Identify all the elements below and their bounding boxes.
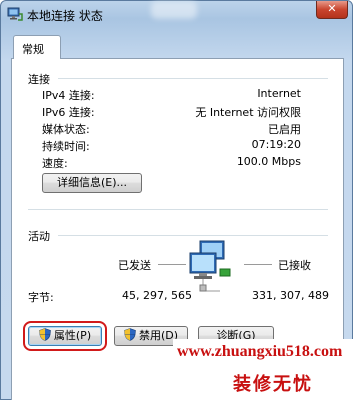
network-computers-icon [189,240,231,292]
activity-divider [58,235,328,236]
media-state-label: 媒体状态: [42,123,90,136]
close-button[interactable]: ✕ [316,1,348,19]
watermark-url: www.zhuangxiu518.com [177,343,343,360]
ipv4-label: IPv4 连接: [42,89,95,102]
speed-value: 100.0 Mbps [236,155,301,168]
bytes-received-value: 331, 307, 489 [252,289,329,302]
blurred-region [151,1,197,19]
network-connection-icon [7,7,23,21]
section-separator [28,209,328,210]
title-bar[interactable]: 本地连接 状态 ✕ [1,1,352,27]
tab-general[interactable]: 常规 [13,35,61,59]
connection-heading: 连接 [28,73,50,86]
duration-value: 07:19:20 [251,138,301,151]
status-window: 本地连接 状态 ✕ 常规 连接 IPv4 连接: Internet IPv6 连… [0,0,353,400]
sent-line [158,264,186,265]
duration-label: 持续时间: [42,140,90,153]
tab-label: 常规 [22,43,44,56]
uac-shield-icon [124,328,136,341]
bytes-sent-value: 45, 297, 565 [122,289,192,302]
details-button[interactable]: 详细信息(E)... [42,173,142,193]
bytes-label: 字节: [28,291,54,304]
ipv6-label: IPv6 连接: [42,106,95,119]
activity-heading: 活动 [28,230,50,243]
connection-divider [58,78,328,79]
properties-button[interactable]: 属性(P) [23,321,107,351]
watermark-text: 装修无忧 [233,374,313,395]
speed-label: 速度: [42,157,68,170]
uac-shield-icon [39,328,51,341]
sent-label: 已发送 [118,259,151,272]
ipv6-value: 无 Internet 访问权限 [195,106,301,119]
ipv4-value: Internet [257,87,301,100]
properties-label: 属性(P) [53,329,92,342]
watermark: www.zhuangxiu518.com 装修无忧 [173,339,353,400]
media-state-value: 已启用 [268,123,301,136]
received-line [244,264,272,265]
window-title: 本地连接 状态 [27,9,103,23]
received-label: 已接收 [278,259,311,272]
